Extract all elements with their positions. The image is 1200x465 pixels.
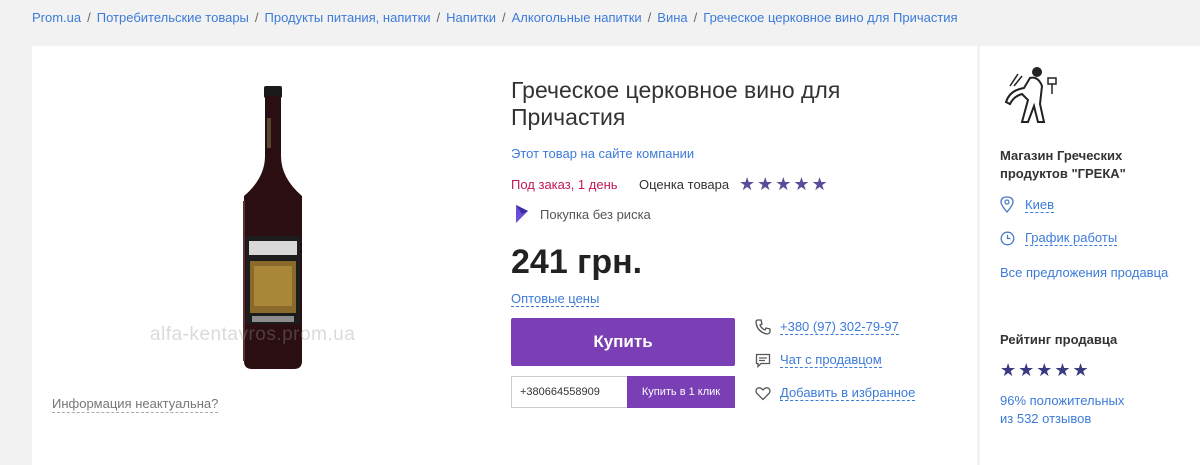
- breadcrumb-separator: /: [647, 10, 652, 25]
- breadcrumb-item-prom[interactable]: Prom.ua: [32, 10, 81, 25]
- breadcrumb-separator: /: [87, 10, 91, 25]
- seller-schedule-link[interactable]: График работы: [1025, 230, 1118, 246]
- phone-number-link[interactable]: +380 (97) 302-79-97: [780, 319, 899, 335]
- product-image-area[interactable]: alfa-kentavros.prom.ua: [142, 86, 402, 376]
- shield-icon: [516, 205, 528, 223]
- seller-rating-title: Рейтинг продавца: [1000, 332, 1118, 347]
- one-click-buy-button[interactable]: Купить в 1 клик: [627, 376, 735, 408]
- chat-with-seller-link[interactable]: Чат с продавцом: [780, 352, 882, 368]
- safe-purchase-label: Покупка без риска: [540, 206, 651, 222]
- product-price: 241 грн.: [511, 243, 643, 281]
- chat-icon: [753, 350, 773, 370]
- seller-city[interactable]: Киев: [1000, 196, 1054, 213]
- seller-city-link[interactable]: Киев: [1025, 197, 1054, 213]
- breadcrumb-item-wines[interactable]: Вина: [657, 10, 687, 25]
- heart-icon: [753, 383, 773, 403]
- product-card: alfa-kentavros.prom.ua Информация неакту…: [32, 46, 977, 465]
- seller-panel: Магазин Греческих продуктов "ГРЕКА" Киев…: [980, 46, 1200, 465]
- product-rating-stars[interactable]: ★★★★★: [739, 174, 830, 195]
- product-site-link[interactable]: Этот товар на сайте компании: [511, 146, 694, 161]
- contact-favorite[interactable]: Добавить в избранное: [753, 383, 916, 403]
- breadcrumb-item-drinks[interactable]: Напитки: [446, 10, 496, 25]
- availability-status: Под заказ, 1 день: [511, 177, 618, 192]
- seller-logo[interactable]: [1000, 64, 1062, 126]
- seller-name[interactable]: Магазин Греческих продуктов "ГРЕКА": [1000, 147, 1190, 183]
- seller-rating-stars: ★★★★★: [1000, 360, 1091, 380]
- seller-review-count: из 532 отзывов: [1000, 411, 1092, 426]
- breadcrumb-item-consumer-goods[interactable]: Потребительские товары: [97, 10, 249, 25]
- seller-schedule[interactable]: График работы: [1000, 230, 1118, 246]
- contact-chat[interactable]: Чат с продавцом: [753, 350, 882, 370]
- seller-reviews-link[interactable]: 96% положительных из 532 отзывов: [1000, 392, 1124, 428]
- buy-button[interactable]: Купить: [511, 318, 735, 366]
- safe-purchase[interactable]: Покупка без риска: [514, 203, 651, 225]
- outdated-info-link[interactable]: Информация неактуальна?: [52, 396, 219, 413]
- breadcrumb-item-current[interactable]: Греческое церковное вино для Причастия: [703, 10, 957, 25]
- all-seller-offers-link[interactable]: Все предложения продавца: [1000, 265, 1168, 280]
- phone-input[interactable]: [511, 376, 627, 408]
- breadcrumb-separator: /: [693, 10, 698, 25]
- image-watermark: alfa-kentavros.prom.ua: [150, 324, 356, 345]
- clock-icon: [1000, 231, 1018, 246]
- breadcrumb-separator: /: [436, 10, 441, 25]
- contact-phone[interactable]: +380 (97) 302-79-97: [753, 317, 899, 337]
- breadcrumb: Prom.ua / Потребительские товары / Продукты …: [32, 10, 958, 25]
- location-pin-icon: [1000, 196, 1018, 213]
- breadcrumb-separator: /: [254, 10, 259, 25]
- add-to-favorites-link[interactable]: Добавить в избранное: [780, 385, 916, 401]
- product-rating-label: Оценка товара: [639, 177, 730, 192]
- wholesale-prices-link[interactable]: Оптовые цены: [511, 291, 600, 307]
- seller-positive-percent: 96% положительных: [1000, 393, 1125, 408]
- breadcrumb-item-alcohol[interactable]: Алкогольные напитки: [512, 10, 642, 25]
- breadcrumb-separator: /: [501, 10, 506, 25]
- product-title: Греческое церковное вино для Причастия: [511, 77, 841, 130]
- breadcrumb-item-food-drinks[interactable]: Продукты питания, напитки: [265, 10, 431, 25]
- phone-icon: [753, 317, 773, 337]
